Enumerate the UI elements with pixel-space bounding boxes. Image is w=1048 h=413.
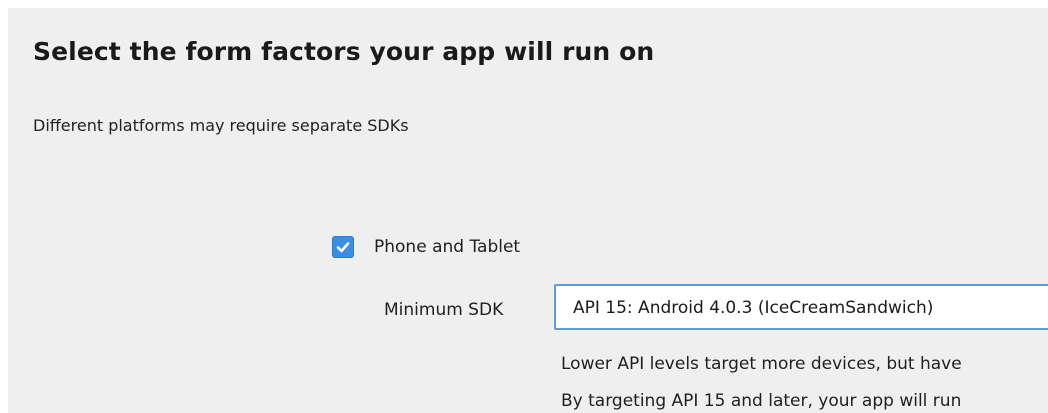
checkmark-icon	[336, 242, 350, 253]
minimum-sdk-label: Minimum SDK	[384, 300, 504, 320]
sdk-help-text-line-1: Lower API levels target more devices, bu…	[561, 354, 962, 374]
phone-and-tablet-label[interactable]: Phone and Tablet	[374, 237, 520, 257]
wizard-panel: Select the form factors your app will ru…	[8, 8, 1048, 413]
page-subtitle: Different platforms may require separate…	[33, 116, 409, 135]
minimum-sdk-selected-value: API 15: Android 4.0.3 (IceCreamSandwich)	[573, 298, 934, 318]
minimum-sdk-select[interactable]: API 15: Android 4.0.3 (IceCreamSandwich)	[554, 284, 1048, 330]
phone-and-tablet-checkbox[interactable]	[332, 236, 354, 258]
page-title: Select the form factors your app will ru…	[33, 37, 655, 66]
sdk-help-text-line-2: By targeting API 15 and later, your app …	[561, 391, 962, 411]
